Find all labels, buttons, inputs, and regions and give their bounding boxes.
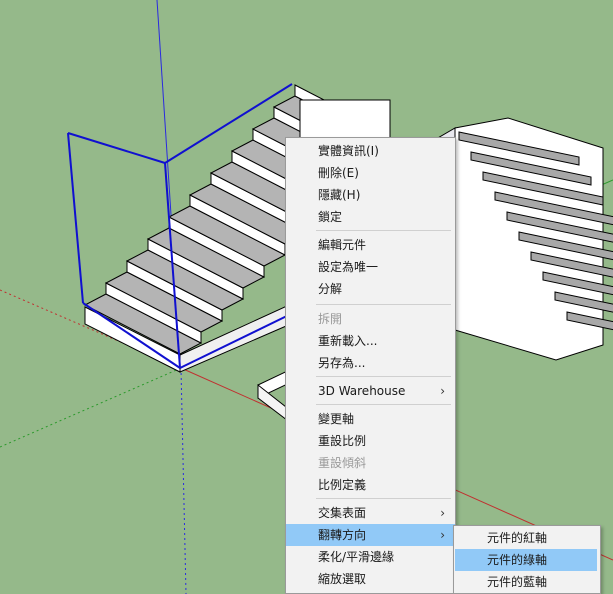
menu-item-1[interactable]: 實體資訊(I) bbox=[286, 140, 455, 162]
submenu-item-3[interactable]: 元件的藍軸 bbox=[455, 571, 597, 593]
menu-item-label: 鎖定 bbox=[318, 210, 343, 224]
menu-item-6[interactable]: 設定為唯一 bbox=[286, 256, 455, 278]
menu-item-15[interactable]: 比例定義 bbox=[286, 474, 455, 496]
submenu-item-2[interactable]: 元件的綠軸 bbox=[455, 549, 597, 571]
submenu-item-label: 元件的藍軸 bbox=[487, 575, 548, 589]
menu-item-7[interactable]: 分解 bbox=[286, 278, 455, 300]
menu-item-label: 重設傾斜 bbox=[318, 456, 367, 470]
menu-separator bbox=[316, 498, 451, 499]
chevron-right-icon: › bbox=[440, 506, 445, 520]
menu-item-label: 拆開 bbox=[318, 312, 343, 326]
chevron-right-icon: › bbox=[440, 528, 445, 542]
context-menu: 實體資訊(I) 刪除(E) 隱藏(H) 鎖定編輯元件設定為唯一分解拆開重新載入... 另… bbox=[285, 137, 456, 594]
menu-separator bbox=[316, 304, 451, 305]
submenu-item-label: 元件的綠軸 bbox=[487, 553, 548, 567]
menu-item-12[interactable]: 變更軸 bbox=[286, 408, 455, 430]
menu-item-9[interactable]: 重新載入... bbox=[286, 330, 455, 352]
menu-item-label: 設定為唯一 bbox=[318, 260, 379, 274]
menu-item-4[interactable]: 鎖定 bbox=[286, 206, 455, 228]
menu-item-label: 重新載入... bbox=[318, 334, 378, 348]
menu-item-14: 重設傾斜 bbox=[286, 452, 455, 474]
menu-item-label: 重設比例 bbox=[318, 434, 367, 448]
menu-item-5[interactable]: 編輯元件 bbox=[286, 234, 455, 256]
menu-item-label: 變更軸 bbox=[318, 412, 355, 426]
flip-direction-submenu: 元件的紅軸元件的綠軸元件的藍軸 bbox=[453, 525, 601, 594]
menu-item-13[interactable]: 重設比例 bbox=[286, 430, 455, 452]
menu-item-17[interactable]: 翻轉方向 › bbox=[286, 524, 455, 546]
menu-item-19[interactable]: 縮放選取 bbox=[286, 568, 455, 590]
menu-item-label: 縮放選取 bbox=[318, 572, 367, 586]
menu-item-label: 交集表面 bbox=[318, 506, 367, 520]
blue-axis-dotted bbox=[180, 367, 187, 594]
menu-item-label: 隱藏(H) bbox=[318, 188, 361, 202]
menu-item-16[interactable]: 交集表面 › bbox=[286, 502, 455, 524]
menu-separator bbox=[316, 376, 451, 377]
menu-item-10[interactable]: 另存為... bbox=[286, 352, 455, 374]
menu-item-label: 翻轉方向 bbox=[318, 528, 367, 542]
menu-item-label: 編輯元件 bbox=[318, 238, 367, 252]
menu-separator bbox=[316, 404, 451, 405]
menu-separator bbox=[316, 230, 451, 231]
menu-item-label: 刪除(E) bbox=[318, 166, 359, 180]
menu-item-label: 3D Warehouse bbox=[318, 384, 406, 398]
menu-item-label: 比例定義 bbox=[318, 478, 367, 492]
menu-item-label: 柔化/平滑邊緣 bbox=[318, 550, 395, 564]
menu-item-11[interactable]: 3D Warehouse › bbox=[286, 380, 455, 402]
menu-item-label: 另存為... bbox=[318, 356, 366, 370]
menu-item-label: 實體資訊(I) bbox=[318, 144, 379, 158]
menu-item-8: 拆開 bbox=[286, 308, 455, 330]
menu-item-3[interactable]: 隱藏(H) bbox=[286, 184, 455, 206]
submenu-item-1[interactable]: 元件的紅軸 bbox=[455, 527, 597, 549]
green-axis-dotted bbox=[0, 367, 182, 448]
menu-item-label: 分解 bbox=[318, 282, 343, 296]
menu-item-2[interactable]: 刪除(E) bbox=[286, 162, 455, 184]
menu-item-18[interactable]: 柔化/平滑邊緣 bbox=[286, 546, 455, 568]
submenu-item-label: 元件的紅軸 bbox=[487, 531, 548, 545]
chevron-right-icon: › bbox=[440, 384, 445, 398]
